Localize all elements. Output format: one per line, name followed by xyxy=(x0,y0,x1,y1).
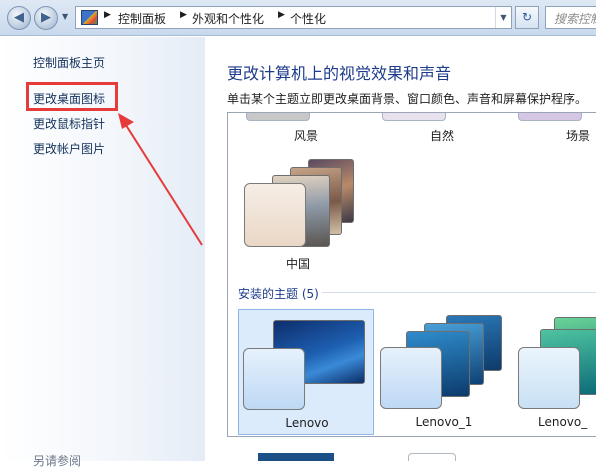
theme-thumbnail[interactable] xyxy=(246,113,310,121)
theme-thumbnail[interactable] xyxy=(382,113,446,121)
breadcrumb-separator-icon[interactable]: ▶ xyxy=(180,10,187,20)
theme-label[interactable]: 中国 xyxy=(238,255,358,272)
breadcrumb-appearance[interactable]: 外观和个性化 xyxy=(192,10,264,27)
theme-label[interactable]: Lenovo_ xyxy=(538,415,587,429)
recent-pages-dropdown[interactable]: ▼ xyxy=(62,12,68,21)
theme-label[interactable]: Lenovo_1 xyxy=(376,415,512,429)
change-mouse-pointers-link[interactable]: 更改鼠标指针 xyxy=(33,115,105,132)
forward-button[interactable]: ▶ xyxy=(34,6,58,30)
control-panel-home-link[interactable]: 控制面板主页 xyxy=(33,54,105,71)
theme-tile-china[interactable]: 中国 xyxy=(238,155,358,275)
theme-label[interactable]: Lenovo xyxy=(239,416,375,430)
back-button[interactable]: ◀ xyxy=(7,6,31,30)
window-color-swatch xyxy=(244,183,306,247)
change-account-picture-link[interactable]: 更改帐户图片 xyxy=(33,140,105,157)
desktop-background-thumbnail[interactable] xyxy=(258,453,334,461)
control-panel-icon xyxy=(81,10,98,25)
section-divider xyxy=(322,292,596,293)
annotation-highlight-box xyxy=(26,82,118,111)
refresh-button[interactable]: ↻ xyxy=(515,6,539,29)
breadcrumb-separator-icon[interactable]: ▶ xyxy=(104,10,111,20)
window-color-swatch xyxy=(380,347,442,409)
breadcrumb-control-panel[interactable]: 控制面板 xyxy=(118,10,166,27)
breadcrumb-personalization[interactable]: 个性化 xyxy=(290,10,326,27)
breadcrumb-separator-icon[interactable]: ▶ xyxy=(278,10,285,20)
window-color-swatch xyxy=(518,347,580,409)
theme-label[interactable]: 自然 xyxy=(430,127,454,144)
theme-label[interactable]: 场景 xyxy=(566,127,590,144)
theme-tile-lenovo-1[interactable]: Lenovo_1 xyxy=(376,309,512,435)
theme-tile-lenovo-2[interactable]: Lenovo_ xyxy=(514,309,596,435)
theme-gallery[interactable]: 风景 自然 场景 中国 安装的主题 (5) Lenovo Lenovo_1 Le… xyxy=(227,112,596,437)
installed-themes-heading: 安装的主题 (5) xyxy=(238,287,319,301)
address-bar[interactable]: ▶ 控制面板 ▶ 外观和个性化 ▶ 个性化 ▼ xyxy=(75,6,512,29)
address-history-dropdown[interactable]: ▼ xyxy=(495,7,511,28)
window-color-thumbnail[interactable] xyxy=(408,453,456,461)
window-color-swatch xyxy=(243,348,305,410)
theme-thumbnail[interactable] xyxy=(518,113,582,121)
address-bar-region: ◀ ▶ ▼ ▶ 控制面板 ▶ 外观和个性化 ▶ 个性化 ▼ ↻ 搜索控制 xyxy=(0,0,596,36)
page-description: 单击某个主题立即更改桌面背景、窗口颜色、声音和屏幕保护程序。 xyxy=(227,92,588,106)
theme-label[interactable]: 风景 xyxy=(294,127,318,144)
search-input[interactable]: 搜索控制 xyxy=(545,6,596,29)
page-title: 更改计算机上的视觉效果和声音 xyxy=(227,64,452,83)
annotation-arrow xyxy=(118,113,203,246)
theme-tile-lenovo[interactable]: Lenovo xyxy=(238,309,374,435)
